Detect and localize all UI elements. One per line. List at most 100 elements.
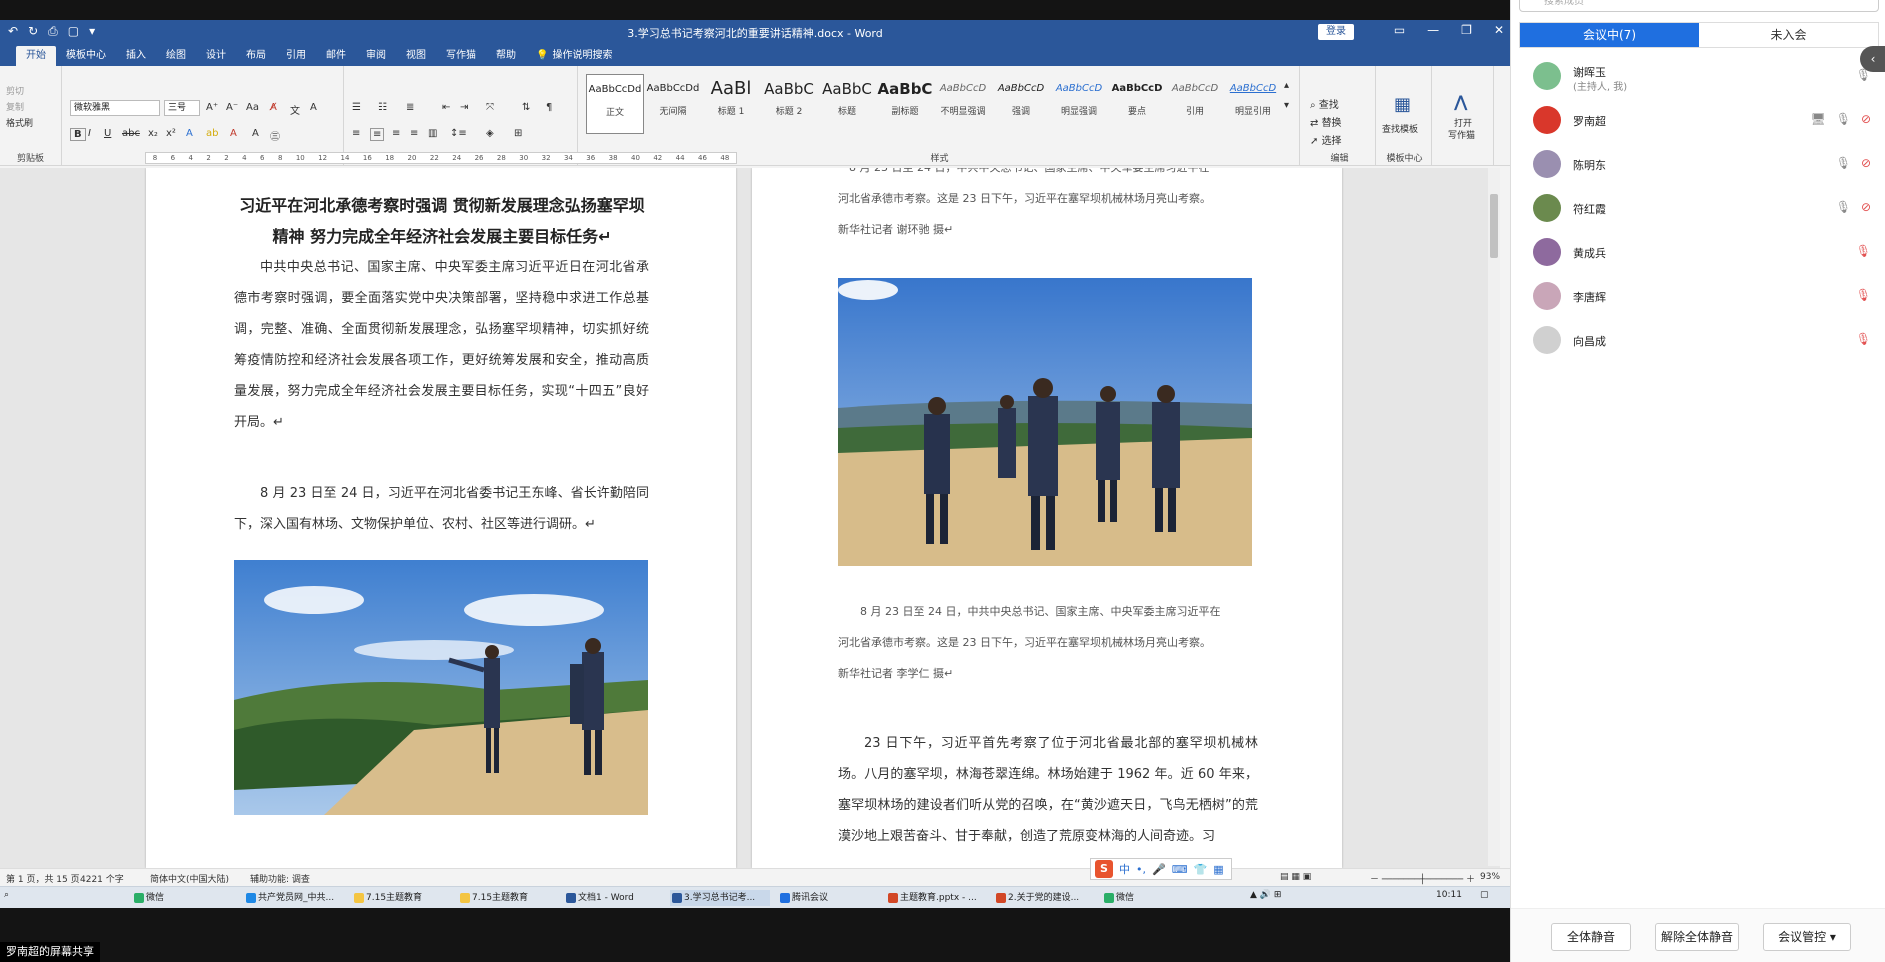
member-row[interactable]: 李唐辉 🎙 bbox=[1519, 276, 1879, 316]
align-right-icon[interactable]: ≡ bbox=[392, 128, 400, 139]
member-row[interactable]: 黄成兵 🎙 bbox=[1519, 232, 1879, 272]
cut-button[interactable]: 剪切 bbox=[6, 84, 24, 97]
taskbar-item-pptx-2[interactable]: 2.关于党的建设... bbox=[994, 890, 1094, 906]
language[interactable]: 简体中文(中国大陆) bbox=[150, 872, 229, 885]
copy-button[interactable]: 复制 bbox=[6, 100, 24, 113]
tab-layout[interactable]: 布局 bbox=[236, 46, 276, 66]
find-button[interactable]: ⌕ 查找 bbox=[1310, 96, 1339, 111]
minimize-icon[interactable]: — bbox=[1427, 23, 1439, 37]
mic-icon[interactable]: 🎙 bbox=[1836, 112, 1851, 126]
keyboard-icon[interactable]: ⌨ bbox=[1172, 863, 1188, 876]
taskbar-item-word-current[interactable]: 3.学习总书记考... bbox=[670, 890, 770, 906]
member-search-input[interactable]: 搜索成员 bbox=[1519, 0, 1879, 12]
tab-not-joined[interactable]: 未入会 bbox=[1699, 23, 1878, 47]
search-icon[interactable]: ⌕ bbox=[4, 890, 9, 900]
select-button[interactable]: ➚ 选择 bbox=[1310, 132, 1342, 147]
tab-references[interactable]: 引用 bbox=[276, 46, 316, 66]
style-strong[interactable]: AaBbCcD 要点 bbox=[1108, 74, 1166, 134]
clock[interactable]: 10:11 bbox=[1436, 890, 1462, 900]
style-subtle-emphasis[interactable]: AaBbCcD 不明显强调 bbox=[934, 74, 992, 134]
enclose-char-icon[interactable]: ㊂ bbox=[270, 128, 280, 143]
screen-icon[interactable]: 🖥 bbox=[1810, 112, 1825, 126]
strikethrough-icon[interactable]: abc bbox=[122, 128, 140, 139]
taskbar-item-folder-2[interactable]: 7.15主题教育 bbox=[458, 890, 558, 906]
cam-off-icon[interactable]: ⊘ bbox=[1861, 200, 1871, 214]
mic-icon[interactable]: 🎙 bbox=[1836, 156, 1851, 170]
microphone-icon[interactable]: 🎤 bbox=[1152, 863, 1166, 876]
char-shading-icon[interactable]: A bbox=[252, 128, 259, 139]
numbering-icon[interactable]: ☷ bbox=[378, 102, 387, 113]
underline-icon[interactable]: U bbox=[104, 128, 111, 139]
login-button[interactable]: 登录 bbox=[1318, 24, 1354, 40]
subscript-icon[interactable]: x₂ bbox=[148, 128, 158, 139]
sort-icon[interactable]: ⇅ bbox=[522, 102, 530, 113]
close-icon[interactable]: ✕ bbox=[1494, 23, 1504, 37]
format-painter-button[interactable]: 格式刷 bbox=[6, 116, 33, 129]
font-name-select[interactable]: 微软雅黑 bbox=[70, 100, 160, 116]
bold-icon[interactable]: B bbox=[70, 128, 86, 141]
style-emphasis[interactable]: AaBbCcD 强调 bbox=[992, 74, 1050, 134]
find-template-button[interactable]: 查找模板 bbox=[1382, 122, 1418, 135]
tab-insert[interactable]: 插入 bbox=[116, 46, 156, 66]
grow-font-icon[interactable]: A⁺ bbox=[206, 102, 218, 113]
ribbon-display-icon[interactable]: ▭ bbox=[1394, 23, 1405, 37]
style-quote[interactable]: AaBbCcD 引用 bbox=[1166, 74, 1224, 134]
cam-off-icon[interactable]: ⊘ bbox=[1861, 156, 1871, 170]
member-row[interactable]: 符红霞 🎙 ⊘ bbox=[1519, 188, 1879, 228]
chinese-layout-icon[interactable]: ⤧ bbox=[486, 102, 494, 113]
style-no-spacing[interactable]: AaBbCcDd 无间隔 bbox=[644, 74, 702, 134]
taskbar-item-pptx-1[interactable]: 主题教育.pptx - ... bbox=[886, 890, 986, 906]
system-tray[interactable]: ▲ 🔊 ⊞ bbox=[1250, 890, 1281, 900]
template-icon[interactable]: ▦ bbox=[1394, 94, 1411, 115]
member-row[interactable]: 陈明东 🎙 ⊘ bbox=[1519, 144, 1879, 184]
decrease-indent-icon[interactable]: ⇤ bbox=[442, 102, 450, 113]
restore-icon[interactable]: ❐ bbox=[1461, 23, 1472, 37]
tab-in-meeting[interactable]: 会议中(7) bbox=[1520, 23, 1699, 47]
style-heading1[interactable]: AaBl 标题 1 bbox=[702, 74, 760, 134]
paragraph-1[interactable]: 中共中央总书记、国家主席、中央军委主席习近平近日在河北省承德市考察时强调，要全面… bbox=[234, 252, 649, 438]
increase-indent-icon[interactable]: ⇥ bbox=[460, 102, 468, 113]
replace-button[interactable]: ⇄ 替换 bbox=[1310, 114, 1342, 129]
style-intense-emphasis[interactable]: AaBbCcD 明显强调 bbox=[1050, 74, 1108, 134]
member-row[interactable]: 谢晖玉 (主持人, 我) 🎙 bbox=[1519, 56, 1879, 96]
paragraph-2[interactable]: 8 月 23 日至 24 日，习近平在河北省委书记王东峰、省长许勤陪同下，深入国… bbox=[234, 478, 649, 540]
horizontal-ruler[interactable]: 8 6 4 2 2 4 6 8 10 12 14 16 18 20 22 24 26 28 30 32 34 36 38 40… bbox=[145, 152, 737, 164]
punctuation-icon[interactable]: •, bbox=[1136, 863, 1146, 876]
superscript-icon[interactable]: x² bbox=[166, 128, 176, 139]
taskbar-item-browser[interactable]: 共产党员网_中共... bbox=[244, 890, 344, 906]
tell-me-search[interactable]: 💡 操作说明搜索 bbox=[526, 46, 622, 66]
unmute-all-button[interactable]: 解除全体静音 bbox=[1655, 923, 1739, 951]
clear-format-icon[interactable]: A̸ bbox=[270, 102, 277, 113]
tab-draw[interactable]: 绘图 bbox=[156, 46, 196, 66]
mic-off-icon[interactable]: 🎙 bbox=[1856, 288, 1871, 302]
page-count[interactable]: 第 1 页，共 15 页 bbox=[6, 872, 80, 885]
grid-icon[interactable]: ▦ bbox=[1213, 863, 1223, 876]
taskbar-item-word-doc1[interactable]: 文档1 - Word bbox=[564, 890, 664, 906]
tab-review[interactable]: 审阅 bbox=[356, 46, 396, 66]
member-row[interactable]: 向昌成 🎙 bbox=[1519, 320, 1879, 360]
change-case-icon[interactable]: Aa bbox=[246, 102, 259, 113]
line-spacing-icon[interactable]: ↕≡ bbox=[450, 128, 467, 139]
italic-icon[interactable]: I bbox=[88, 128, 91, 139]
bullets-icon[interactable]: ☰ bbox=[352, 102, 361, 113]
taskbar-item-folder-1[interactable]: 7.15主题教育 bbox=[352, 890, 452, 906]
tab-home[interactable]: 开始 bbox=[16, 46, 56, 66]
tab-template-center[interactable]: 模板中心 bbox=[56, 46, 116, 66]
tab-view[interactable]: 视图 bbox=[396, 46, 436, 66]
align-left-icon[interactable]: ≡ bbox=[352, 128, 360, 139]
tab-design[interactable]: 设计 bbox=[196, 46, 236, 66]
borders-icon[interactable]: ⊞ bbox=[514, 128, 522, 139]
text-effect-icon[interactable]: A bbox=[186, 128, 193, 139]
show-marks-icon[interactable]: ¶ bbox=[546, 102, 552, 113]
view-buttons[interactable]: ▤ ▦ ▣ bbox=[1280, 872, 1311, 882]
ime-mode[interactable]: 中 bbox=[1119, 861, 1130, 877]
phonetic-icon[interactable]: 文 bbox=[290, 102, 300, 117]
notification-icon[interactable]: ▢ bbox=[1480, 890, 1489, 900]
highlight-icon[interactable]: ab bbox=[206, 128, 218, 139]
distributed-icon[interactable]: ▥ bbox=[428, 128, 437, 139]
mic-off-icon[interactable]: 🎙 bbox=[1856, 332, 1871, 346]
taskbar-item-wechat[interactable]: 微信 bbox=[132, 890, 232, 906]
skin-icon[interactable]: 👕 bbox=[1194, 863, 1208, 876]
justify-icon[interactable]: ≡ bbox=[410, 128, 418, 139]
tab-help[interactable]: 帮助 bbox=[486, 46, 526, 66]
